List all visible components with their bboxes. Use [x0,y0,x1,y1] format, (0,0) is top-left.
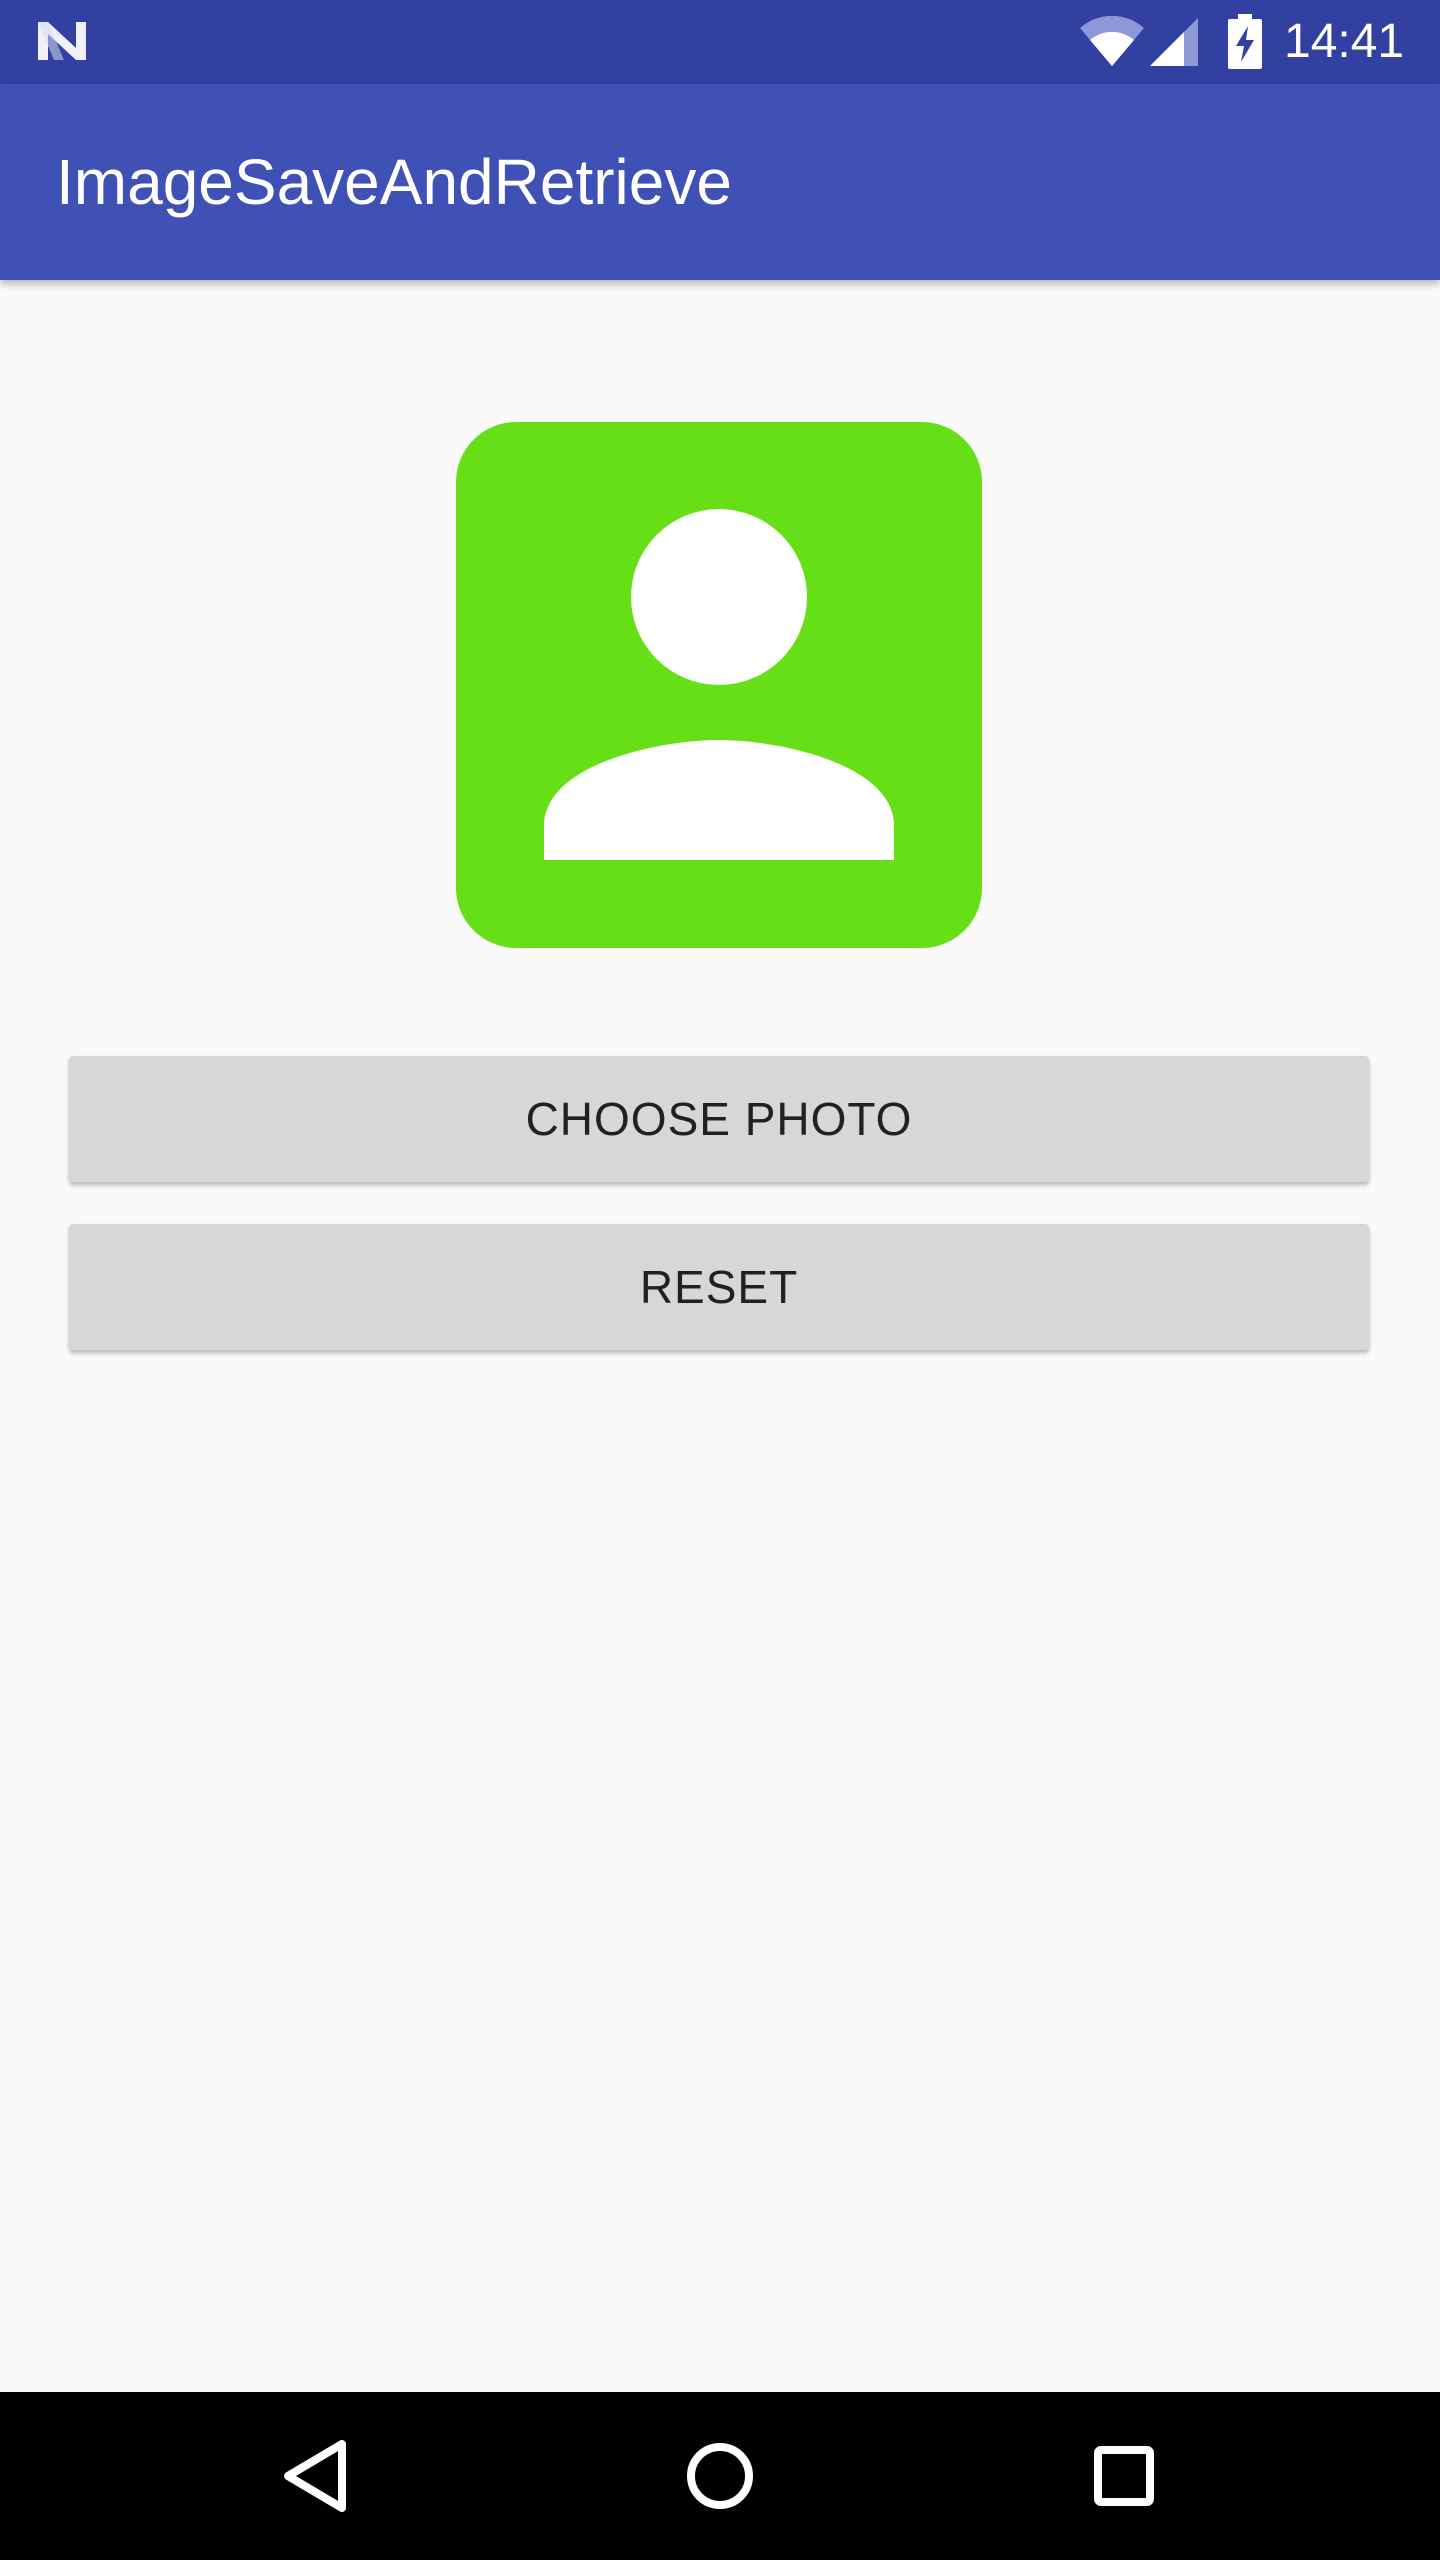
status-bar: 14:41 [0,0,1440,84]
home-icon[interactable] [670,2426,770,2526]
main-content: CHOOSE PHOTO RESET [0,280,1440,2392]
battery-charging-icon [1228,14,1262,69]
choose-photo-button[interactable]: CHOOSE PHOTO [69,1056,1369,1182]
navigation-bar [0,2392,1440,2560]
status-clock: 14:41 [1284,15,1405,68]
account-box-icon[interactable] [456,422,982,948]
notification-n-icon [38,22,86,60]
app-bar: ImageSaveAndRetrieve [0,84,1440,280]
app-title: ImageSaveAndRetrieve [56,146,732,218]
wifi-icon [1080,16,1144,66]
recents-icon[interactable] [1074,2426,1174,2526]
back-icon[interactable] [266,2426,366,2526]
cell-signal-icon [1150,18,1198,66]
reset-button[interactable]: RESET [69,1224,1369,1350]
